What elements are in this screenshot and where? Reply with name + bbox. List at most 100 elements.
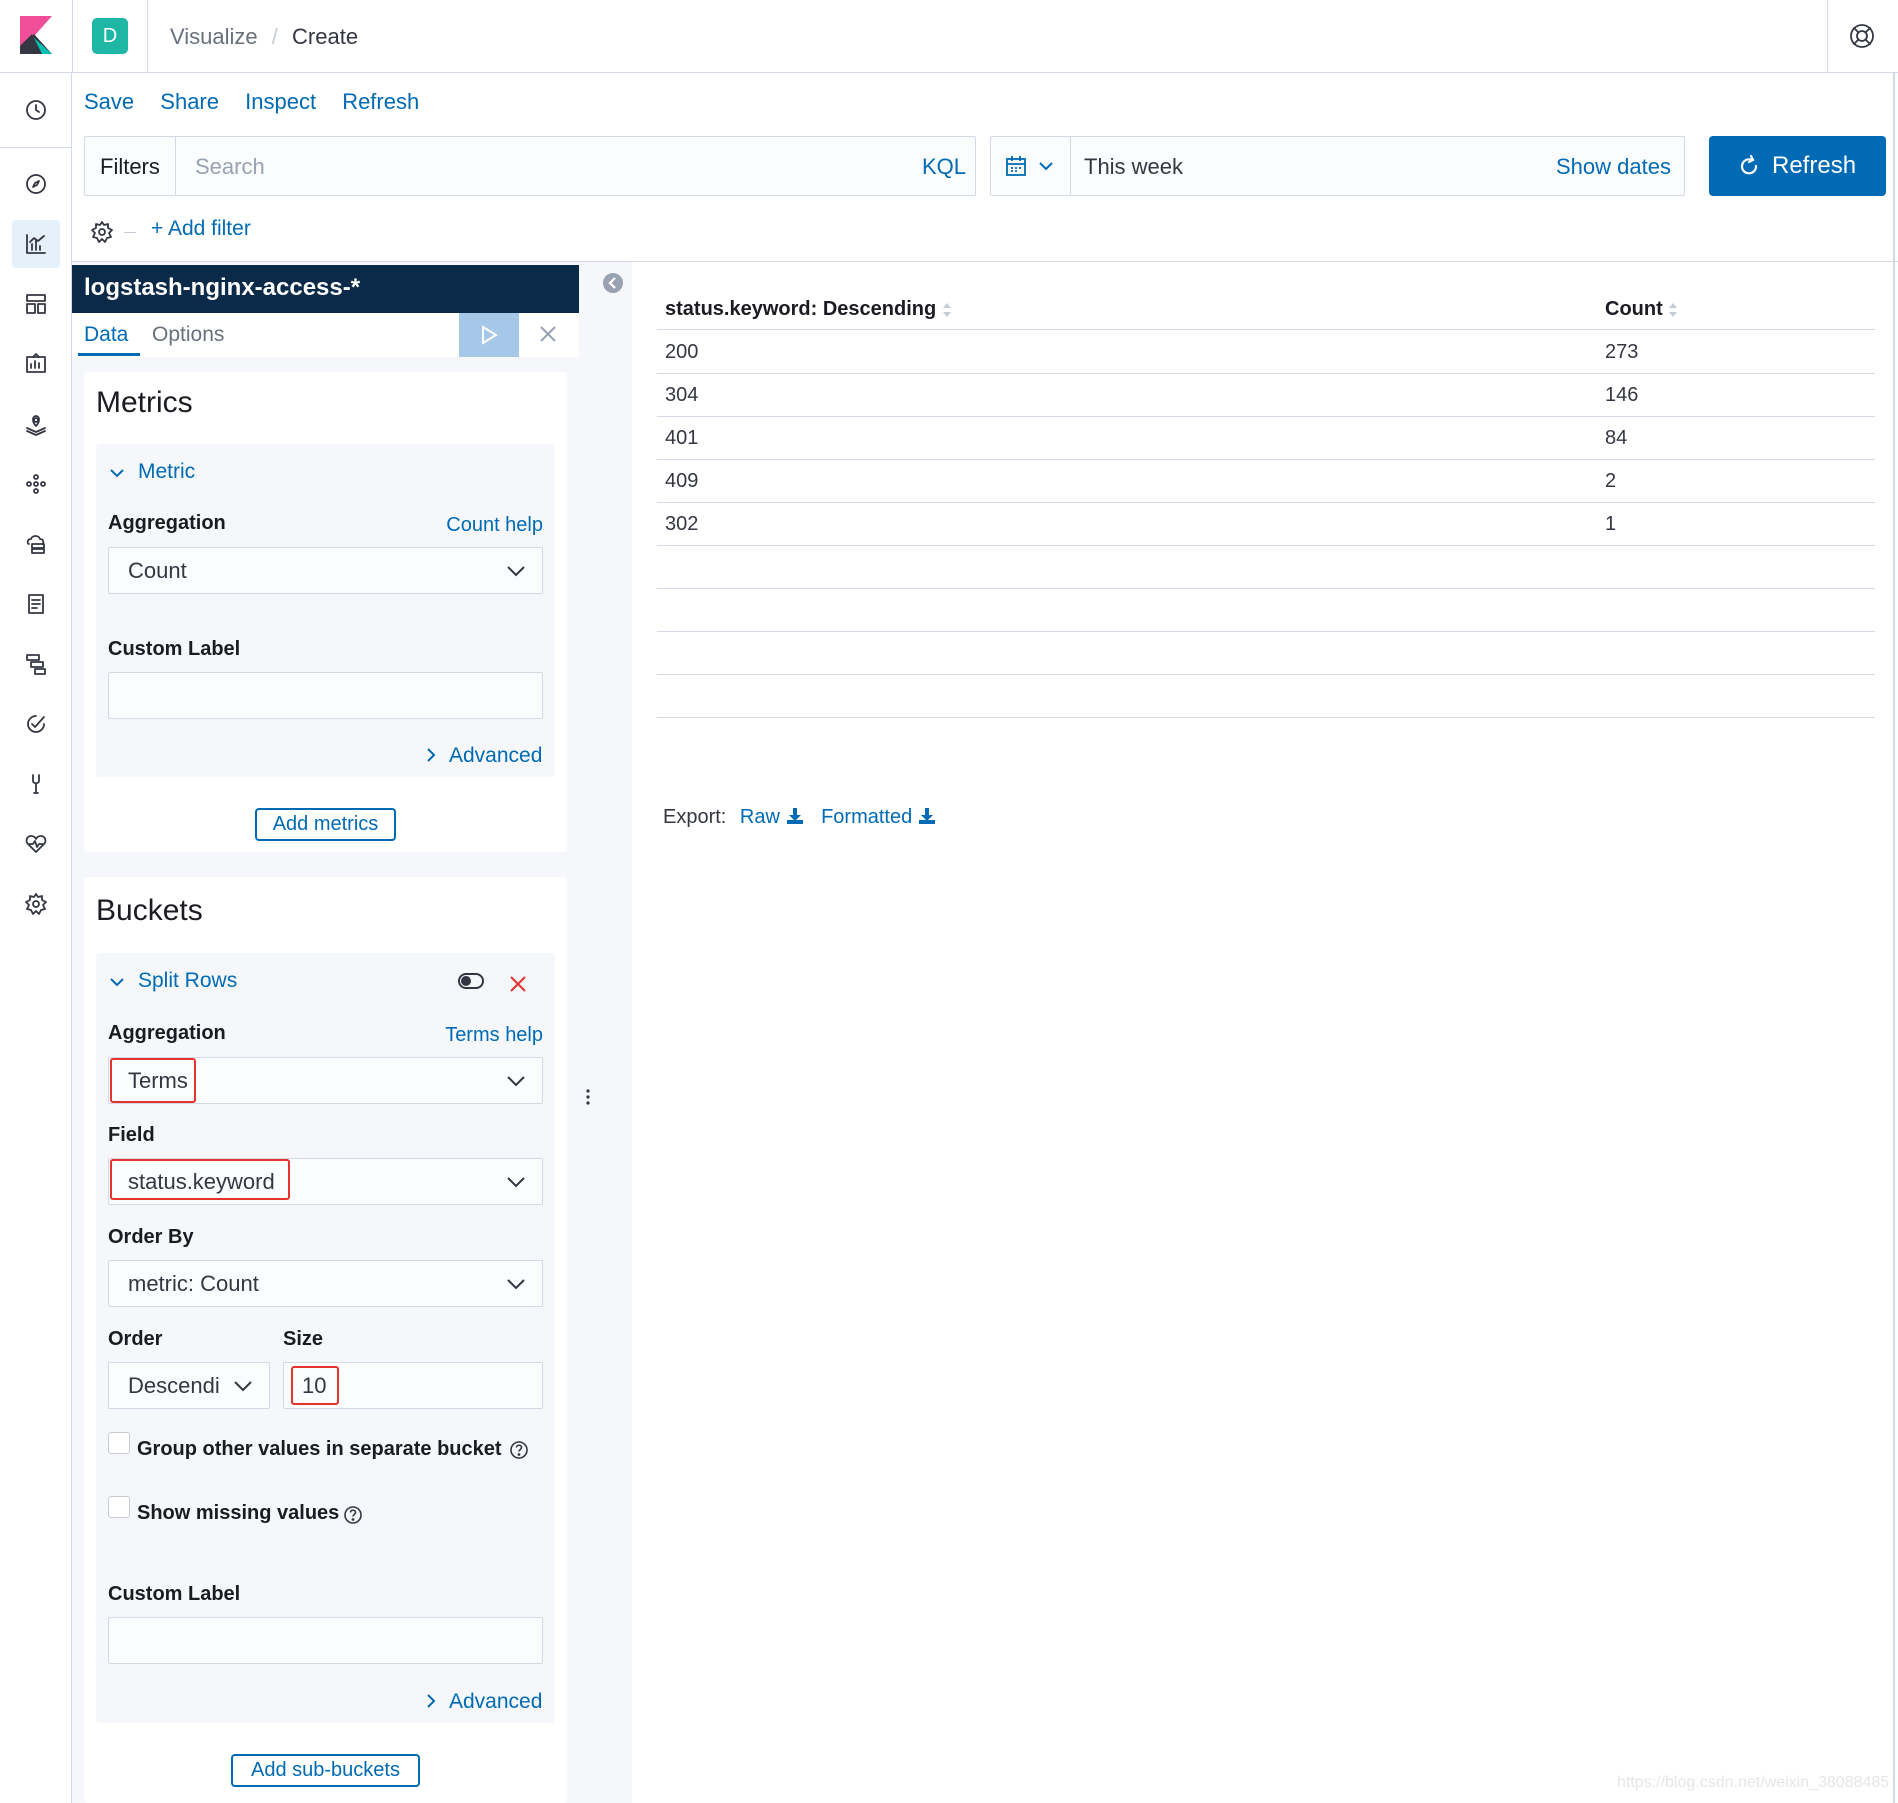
tab-options[interactable]: Options — [152, 323, 224, 347]
metric-custom-label-label: Custom Label — [108, 638, 241, 660]
table-row-empty — [657, 632, 1875, 675]
header-divider — [72, 0, 73, 73]
infra-icon[interactable] — [24, 532, 48, 556]
export-formatted-link[interactable]: Formatted — [821, 806, 936, 828]
bucket-collapse-chevron-icon[interactable] — [108, 973, 126, 991]
column-header-count[interactable]: Count — [1605, 298, 1678, 321]
top-nav-menu: Save Share Inspect Refresh — [84, 89, 419, 115]
inspect-link[interactable]: Inspect — [245, 89, 316, 114]
watermark: https://blog.csdn.net/weixin_38088485 — [1617, 1774, 1890, 1791]
table-row: 401 84 — [657, 417, 1875, 460]
bucket-custom-label-input[interactable] — [108, 1617, 543, 1664]
logs-icon[interactable] — [24, 592, 48, 616]
maps-icon[interactable] — [24, 412, 48, 436]
chevron-down-icon — [227, 1377, 253, 1395]
add-metrics-button[interactable]: Add metrics — [255, 808, 396, 841]
add-filter-link[interactable]: + Add filter — [151, 217, 251, 241]
discard-close-icon[interactable] — [538, 324, 558, 344]
resize-handle-icon[interactable] — [585, 1088, 591, 1106]
group-other-checkbox[interactable] — [108, 1432, 130, 1454]
collapse-sidebar-icon[interactable] — [602, 272, 624, 294]
side-nav-divider — [0, 147, 72, 148]
table-row: 302 1 — [657, 503, 1875, 546]
table-cell: 302 — [665, 513, 699, 535]
devtools-icon[interactable] — [24, 772, 48, 796]
search-input[interactable]: Search — [195, 154, 265, 180]
filters-label[interactable]: Filters — [100, 154, 160, 180]
bucket-advanced-toggle[interactable]: Advanced — [449, 1690, 542, 1714]
column-header-count-label: Count — [1605, 298, 1663, 320]
chevron-down-icon — [506, 1275, 526, 1293]
breadcrumb-separator: / — [271, 24, 278, 49]
calendar-icon[interactable] — [1004, 154, 1028, 178]
table-cell: 409 — [665, 470, 699, 492]
dashboard-icon[interactable] — [24, 292, 48, 316]
metric-custom-label-input[interactable] — [108, 672, 543, 719]
chevron-down-icon[interactable] — [1036, 156, 1056, 176]
size-label: Size — [283, 1328, 324, 1350]
clock-icon[interactable] — [24, 98, 48, 122]
column-header-status[interactable]: status.keyword: Descending — [665, 298, 952, 321]
tab-data[interactable]: Data — [84, 323, 128, 347]
kql-toggle[interactable]: KQL — [922, 154, 966, 180]
breadcrumb-visualize[interactable]: Visualize — [170, 24, 258, 49]
breadcrumb-create: Create — [292, 24, 359, 49]
filter-settings-gear-icon[interactable] — [90, 220, 114, 244]
table-row: 409 2 — [657, 460, 1875, 503]
metric-aggregation-label: Aggregation — [108, 512, 226, 534]
metric-collapse-chevron-icon[interactable] — [108, 464, 126, 482]
question-circle-icon[interactable] — [343, 1505, 363, 1525]
order-value: Descendi — [128, 1373, 220, 1398]
refresh-button[interactable]: Refresh — [1709, 136, 1886, 196]
show-missing-checkbox[interactable] — [108, 1496, 130, 1518]
table-cell: 1 — [1605, 513, 1617, 535]
add-sub-buckets-button[interactable]: Add sub-buckets — [231, 1754, 420, 1787]
download-icon — [918, 807, 936, 825]
table-cell: 84 — [1605, 427, 1628, 449]
save-link[interactable]: Save — [84, 89, 134, 114]
question-circle-icon[interactable] — [509, 1440, 529, 1460]
refresh-icon — [1737, 154, 1761, 178]
help-lifebuoy-icon[interactable] — [1848, 22, 1876, 50]
apm-icon[interactable] — [24, 652, 48, 676]
bucket-aggregation-label: Aggregation — [108, 1022, 226, 1044]
export-bar: Export: Raw Formatted — [663, 806, 936, 829]
toggle-enable-icon[interactable] — [458, 972, 484, 990]
order-label: Order — [108, 1328, 163, 1350]
export-raw-link[interactable]: Raw — [740, 806, 804, 828]
export-raw-label: Raw — [739, 806, 780, 828]
share-link[interactable]: Share — [160, 89, 219, 114]
metric-section-title[interactable]: Metric — [138, 460, 195, 484]
chevron-down-icon — [506, 1072, 526, 1090]
kibana-logo-icon[interactable] — [20, 16, 52, 54]
side-nav — [0, 73, 72, 1803]
metric-advanced-toggle[interactable]: Advanced — [449, 744, 542, 768]
order-by-label: Order By — [108, 1226, 194, 1248]
apply-changes-button[interactable] — [459, 313, 519, 357]
metric-aggregation-value: Count — [128, 558, 187, 583]
play-icon — [479, 325, 499, 345]
visualize-icon[interactable] — [24, 232, 48, 256]
bucket-section-title[interactable]: Split Rows — [138, 969, 237, 993]
canvas-icon[interactable] — [24, 352, 48, 376]
settings-icon[interactable] — [24, 892, 48, 916]
refresh-link[interactable]: Refresh — [342, 89, 419, 114]
ml-icon[interactable] — [24, 472, 48, 496]
uptime-icon[interactable] — [24, 712, 48, 736]
sort-icon[interactable] — [1668, 302, 1678, 318]
space-avatar[interactable]: D — [92, 18, 128, 54]
export-formatted-label: Formatted — [821, 806, 913, 828]
remove-bucket-close-icon[interactable] — [508, 974, 528, 994]
monitoring-icon[interactable] — [24, 832, 48, 856]
time-range[interactable]: This week — [1084, 154, 1183, 180]
order-select[interactable]: Descendi — [108, 1362, 270, 1409]
sort-icon[interactable] — [942, 302, 952, 318]
terms-help-link[interactable]: Terms help — [445, 1024, 543, 1047]
show-dates-link[interactable]: Show dates — [1556, 154, 1671, 180]
field-label: Field — [108, 1124, 155, 1146]
order-by-select[interactable]: metric: Count — [108, 1260, 543, 1307]
metric-aggregation-select[interactable]: Count — [108, 547, 543, 594]
index-pattern-title: logstash-nginx-access-* — [72, 265, 579, 313]
compass-icon[interactable] — [24, 172, 48, 196]
count-help-link[interactable]: Count help — [446, 514, 543, 537]
